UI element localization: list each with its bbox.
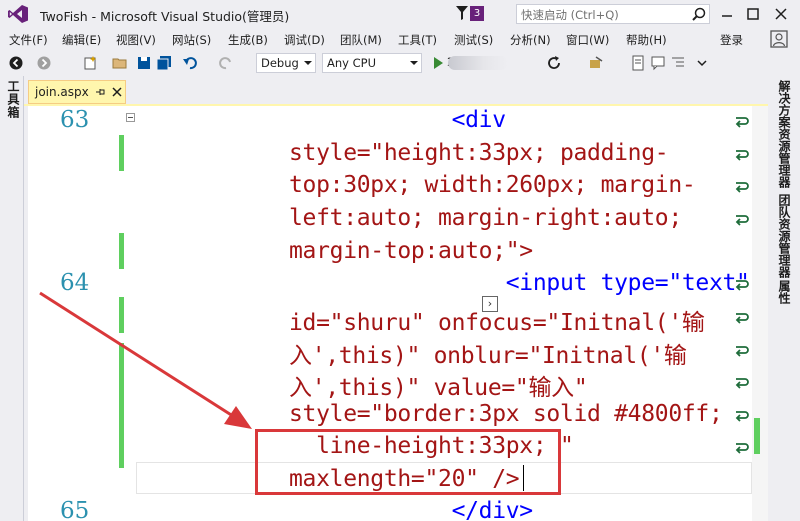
change-marker — [119, 343, 124, 468]
menu-bar: 文件(F) 编辑(E) 视图(V) 网站(S) 生成(B) 调试(D) 团队(M… — [0, 28, 800, 50]
solution-platform-select[interactable]: Any CPU — [322, 53, 422, 73]
chevron-down-icon — [304, 61, 312, 65]
standard-toolbar: Debug Any CPU 2 — [0, 50, 800, 76]
document-tab-well — [24, 76, 768, 106]
user-account-icon[interactable] — [770, 30, 788, 48]
menu-team[interactable]: 团队(M) — [340, 32, 382, 48]
code-line: margin-top:auto;"> — [289, 238, 533, 264]
undo-icon[interactable] — [182, 55, 198, 71]
scroll-change-marker — [754, 418, 760, 454]
quick-launch-placeholder: 快速启动 (Ctrl+Q) — [521, 8, 619, 22]
word-wrap-icon — [735, 280, 749, 291]
start-debugging-icon[interactable] — [430, 55, 446, 71]
change-marker — [119, 297, 124, 333]
menu-build[interactable]: 生成(B) — [228, 32, 268, 48]
refresh-icon[interactable] — [546, 55, 562, 71]
left-tool-strip — [0, 76, 24, 521]
toolbox-tab[interactable]: 工具箱 — [5, 80, 22, 119]
code-line: 入',this)" onblur="Initnal('输 — [289, 343, 687, 369]
menu-edit[interactable]: 编辑(E) — [62, 32, 101, 48]
code-line: 入',this)" value="输入" — [289, 375, 588, 401]
menu-website[interactable]: 网站(S) — [172, 32, 211, 48]
save-all-icon[interactable] — [156, 55, 172, 71]
navigate-back-icon[interactable] — [8, 55, 24, 71]
maximize-button[interactable] — [743, 4, 763, 24]
blurred-target-name — [448, 56, 508, 70]
line-number: 65 — [60, 498, 90, 521]
word-wrap-icon — [735, 215, 749, 226]
quick-launch-input[interactable]: 快速启动 (Ctrl+Q) — [516, 4, 710, 24]
code-line: <div — [289, 107, 507, 133]
solution-configuration-select[interactable]: Debug — [256, 53, 316, 73]
tab-label: join.aspx — [35, 85, 89, 99]
solution-explorer-tab[interactable]: 解决方案资源管理器 — [776, 80, 793, 188]
new-project-icon[interactable] — [82, 55, 98, 71]
menu-analyze[interactable]: 分析(N) — [510, 32, 551, 48]
code-line: top:30px; width:260px; margin- — [289, 172, 696, 198]
word-wrap-icon — [735, 378, 749, 389]
tab-join-aspx[interactable]: join.aspx — [28, 80, 126, 104]
redo-icon[interactable] — [218, 55, 234, 71]
sign-in-link[interactable]: 登录 — [720, 32, 743, 48]
menu-test[interactable]: 测试(S) — [454, 32, 493, 48]
visual-studio-logo-icon — [8, 5, 28, 23]
close-tab-icon[interactable] — [111, 86, 123, 98]
document-icon[interactable] — [630, 55, 646, 71]
solution-platform-value: Any CPU — [327, 56, 376, 70]
team-explorer-tab[interactable]: 团队资源管理器 — [776, 194, 793, 278]
word-wrap-icon — [735, 150, 749, 161]
word-wrap-icon — [735, 346, 749, 357]
toolbar-overflow-icon[interactable] — [694, 55, 710, 71]
change-marker — [119, 135, 124, 171]
code-line: left:auto; margin-right:auto; — [289, 205, 682, 231]
navigate-forward-icon[interactable] — [36, 55, 52, 71]
notification-count-badge[interactable]: 3 — [470, 6, 484, 21]
menu-window[interactable]: 窗口(W) — [566, 32, 609, 48]
vertical-scrollbar[interactable] — [752, 106, 768, 521]
word-wrap-icon — [735, 443, 749, 454]
word-wrap-icon — [735, 182, 749, 193]
properties-tab[interactable]: 属性 — [776, 280, 793, 304]
minimize-button[interactable] — [717, 4, 737, 24]
code-line: <input type="text" — [289, 270, 750, 296]
window-title: TwoFish - Microsoft Visual Studio(管理员) — [40, 9, 290, 24]
menu-debug[interactable]: 调试(D) — [284, 32, 325, 48]
code-line: style="height:33px; padding- — [289, 140, 669, 166]
smart-tag-button[interactable]: › — [482, 296, 498, 312]
word-wrap-icon — [735, 117, 749, 128]
open-file-icon[interactable] — [112, 55, 128, 71]
comment-icon[interactable] — [650, 55, 666, 71]
browser-link-icon[interactable] — [588, 55, 604, 71]
title-bar: TwoFish - Microsoft Visual Studio(管理员) 3… — [0, 0, 800, 28]
line-number: 64 — [60, 270, 90, 296]
search-icon — [692, 7, 706, 21]
word-wrap-icon — [735, 411, 749, 422]
collapse-outline-icon[interactable] — [126, 113, 135, 122]
menu-view[interactable]: 视图(V) — [116, 32, 156, 48]
solution-configuration-value: Debug — [261, 56, 299, 70]
change-marker — [119, 233, 124, 269]
menu-help[interactable]: 帮助(H) — [626, 32, 667, 48]
chevron-down-icon — [410, 61, 418, 65]
notification-flag-icon[interactable] — [456, 6, 468, 20]
highlight-annotation-box — [255, 429, 561, 495]
menu-file[interactable]: 文件(F) — [9, 32, 48, 48]
line-number: 63 — [60, 107, 90, 133]
save-icon[interactable] — [136, 55, 152, 71]
code-line: style="border:3px solid #4800ff; — [289, 401, 723, 427]
indent-icon[interactable] — [670, 55, 686, 71]
pin-icon[interactable] — [95, 86, 107, 98]
word-wrap-icon — [735, 313, 749, 324]
menu-tools[interactable]: 工具(T) — [398, 32, 437, 48]
code-line: </div> — [289, 498, 534, 521]
close-button[interactable] — [771, 4, 791, 24]
